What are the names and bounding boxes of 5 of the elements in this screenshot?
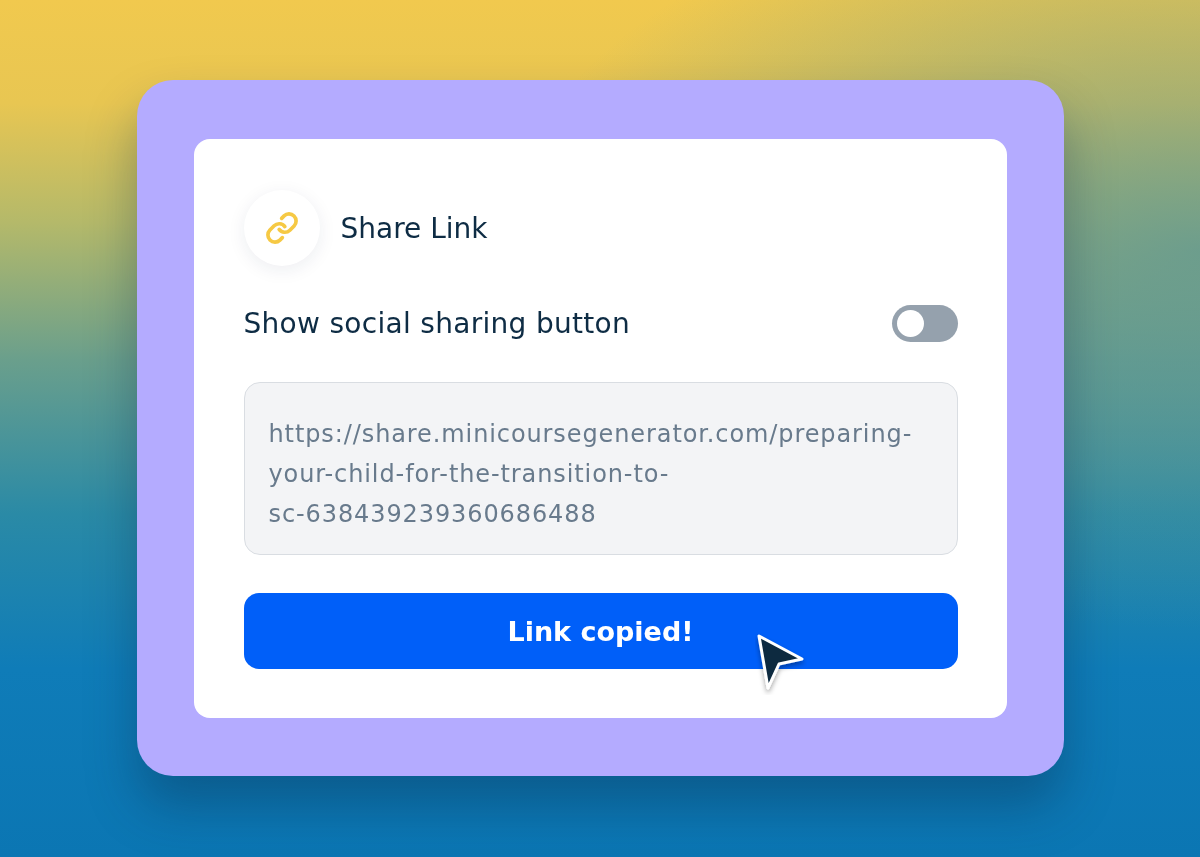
url-field[interactable]: https://share.minicoursegenerator.com/preparing-your-child-for-the-transition-to-sc-638439239360686488 xyxy=(243,382,958,555)
toggle-switch[interactable] xyxy=(891,305,958,342)
dialog-title: Share Link xyxy=(340,211,488,245)
social-sharing-label: Show social sharing button xyxy=(243,307,631,340)
copy-link-button[interactable]: Link copied! xyxy=(243,593,958,669)
